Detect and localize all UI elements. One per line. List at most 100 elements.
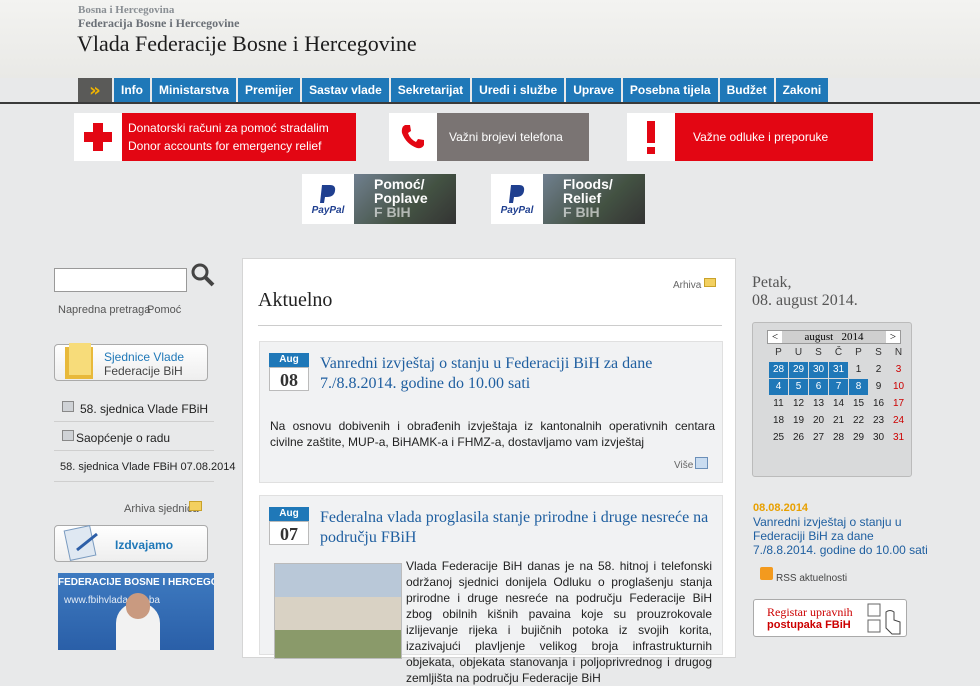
tv-video-thumbnail[interactable]: FEDERACIJE BOSNE I HERCEGO www.fbihvlada… xyxy=(58,573,214,650)
calendar-day[interactable]: 2 xyxy=(869,362,888,378)
nav-item-posebna-tijela[interactable]: Posebna tijela xyxy=(622,78,718,102)
weekday-header: S xyxy=(815,347,822,358)
article-summary: Vlada Federacije BiH danas je na 58. hit… xyxy=(406,559,712,685)
calendar-day[interactable]: 3 xyxy=(889,362,908,378)
calendar-day[interactable]: 11 xyxy=(769,396,788,412)
phone-numbers-banner[interactable]: Važni brojevi telefona xyxy=(389,113,589,161)
featured-label: Izdvajamo xyxy=(115,538,174,552)
advanced-search-link[interactable]: Napredna pretraga xyxy=(58,304,150,316)
calendar-day[interactable]: 22 xyxy=(849,413,868,429)
donor-banner-line2: Donor accounts for emergency relief xyxy=(128,139,322,153)
calendar-day-today[interactable]: 8 xyxy=(849,379,868,395)
news-date: 08.08.2014 xyxy=(753,502,809,514)
search-magnifier-icon[interactable] xyxy=(190,262,216,293)
read-more-link[interactable]: Više xyxy=(674,460,693,471)
calendar-day[interactable]: 24 xyxy=(889,413,908,429)
search-input[interactable] xyxy=(54,268,187,292)
nav-item-info[interactable]: Info xyxy=(114,78,150,102)
calendar-day[interactable]: 31 xyxy=(829,362,848,378)
nav-item-uredi[interactable]: Uredi i službe xyxy=(472,78,565,102)
archive-folder-icon xyxy=(704,278,716,287)
calendar-day[interactable]: 27 xyxy=(809,430,828,446)
sidebar-divider xyxy=(54,450,214,451)
calendar-day[interactable]: 10 xyxy=(889,379,908,395)
calendar-day[interactable]: 14 xyxy=(829,396,848,412)
rss-icon[interactable] xyxy=(760,567,773,580)
registry-button[interactable]: Registar upravnih postupaka FBiH xyxy=(753,599,907,637)
calendar-day[interactable]: 4 xyxy=(769,379,788,395)
featured-button[interactable]: Izdvajamo xyxy=(54,525,208,562)
calendar-day[interactable]: 5 xyxy=(789,379,808,395)
calendar-day[interactable]: 21 xyxy=(829,413,848,429)
calendar-day[interactable]: 9 xyxy=(869,379,888,395)
paypal2-line3: F BIH xyxy=(563,204,600,220)
paypal1-line3: F BIH xyxy=(374,204,411,220)
article-summary: Na osnovu dobivenih i obrađenih izvješta… xyxy=(270,419,715,449)
header-entity: Federacija Bosne i Hercegovine xyxy=(78,16,240,30)
phone-icon xyxy=(389,113,437,161)
nav-item-premijer[interactable]: Premijer xyxy=(238,78,301,102)
calendar-day[interactable]: 29 xyxy=(789,362,808,378)
government-building-photo xyxy=(274,563,402,659)
calendar-next-button[interactable]: > xyxy=(886,331,900,343)
article-title-link[interactable]: Vanredni izvještaj o stanju u Federaciji… xyxy=(320,354,720,394)
calendar-day[interactable]: 20 xyxy=(809,413,828,429)
archive-folder-icon xyxy=(189,501,202,511)
calendar-day[interactable]: 16 xyxy=(869,396,888,412)
session-58-link[interactable]: 58. sjednica Vlade FBiH xyxy=(80,402,208,416)
calendar-day[interactable]: 30 xyxy=(809,362,828,378)
calendar-day[interactable]: 26 xyxy=(789,430,808,446)
paypal-relief-bih-button[interactable]: PayPal Pomoć/ Poplave F BIH xyxy=(302,174,456,224)
calendar-day[interactable]: 28 xyxy=(829,430,848,446)
paypal-logo-icon: PayPal xyxy=(302,174,354,224)
calendar-prev-button[interactable]: < xyxy=(768,331,782,343)
donor-accounts-banner[interactable]: Donatorski računi za pomoć stradalim Don… xyxy=(74,113,356,161)
statement-link[interactable]: Saopćenje o radu xyxy=(76,431,170,445)
site-title[interactable]: Vlada Federacije Bosne i Hercegovine xyxy=(77,31,417,57)
calendar-day[interactable]: 15 xyxy=(849,396,868,412)
news-panel: Aktuelno Arhiva Aug 08 Vanredni izvješta… xyxy=(242,258,736,685)
nav-item-uprave[interactable]: Uprave xyxy=(566,78,621,102)
read-more-icon[interactable] xyxy=(695,457,708,469)
paypal-floods-relief-button[interactable]: PayPal Floods/ Relief F BIH xyxy=(491,174,645,224)
calendar-day[interactable]: 1 xyxy=(849,362,868,378)
nav-item-sekretarijat[interactable]: Sekretarijat xyxy=(390,78,471,102)
government-sessions-button[interactable]: Sjednice Vlade Federacije BiH xyxy=(54,343,208,381)
calendar-day[interactable]: 17 xyxy=(889,396,908,412)
document-icon xyxy=(62,401,74,412)
document-icon xyxy=(62,430,74,441)
news-link[interactable]: Vanredni izvještaj o stanju u Federaciji… xyxy=(753,515,933,557)
article-day: 08 xyxy=(269,367,309,391)
nav-item-sastav-vlade[interactable]: Sastav vlade xyxy=(302,78,389,102)
nav-item-ministarstva[interactable]: Ministarstva xyxy=(152,78,237,102)
relief-photo: Pomoć/ Poplave F BIH xyxy=(354,174,456,224)
rss-link[interactable]: RSS aktuelnosti xyxy=(776,573,847,584)
calendar-day[interactable]: 19 xyxy=(789,413,808,429)
calendar-day[interactable]: 28 xyxy=(769,362,788,378)
calendar-day[interactable]: 13 xyxy=(809,396,828,412)
news-archive-link[interactable]: Arhiva xyxy=(673,280,701,291)
calendar-day[interactable]: 12 xyxy=(789,396,808,412)
donor-banner-line1: Donatorski računi za pomoć stradalim xyxy=(128,121,329,135)
calendar-day[interactable]: 31 xyxy=(889,430,908,446)
article-title-link[interactable]: Federalna vlada proglasila stanje prirod… xyxy=(320,508,720,548)
nav-home-chevron-icon[interactable]: » xyxy=(78,78,112,102)
decisions-banner[interactable]: Važne odluke i preporuke xyxy=(627,113,873,161)
calendar-day[interactable]: 23 xyxy=(869,413,888,429)
nav-item-budzet[interactable]: Budžet xyxy=(719,78,774,102)
sessions-line2: Federacije BiH xyxy=(104,364,183,378)
nav-item-zakoni[interactable]: Zakoni xyxy=(775,78,829,102)
help-link[interactable]: Pomoć xyxy=(147,304,181,316)
calendar-day[interactable]: 25 xyxy=(769,430,788,446)
article-date-badge: Aug 08 xyxy=(269,353,309,391)
paypal2-line2: Relief xyxy=(563,190,602,206)
calendar-day[interactable]: 18 xyxy=(769,413,788,429)
calendar-grid: P U S Č P S N 28 29 30 31 1 2 3 4 5 6 7 … xyxy=(769,345,908,446)
calendar-day[interactable]: 7 xyxy=(829,379,848,395)
sessions-archive-link[interactable]: Arhiva sjednica xyxy=(124,503,199,515)
calendar-day[interactable]: 6 xyxy=(809,379,828,395)
article-card: Aug 07 Federalna vlada proglasila stanje… xyxy=(259,495,723,685)
calendar-day[interactable]: 29 xyxy=(849,430,868,446)
article-month: Aug xyxy=(269,507,309,521)
calendar-day[interactable]: 30 xyxy=(869,430,888,446)
